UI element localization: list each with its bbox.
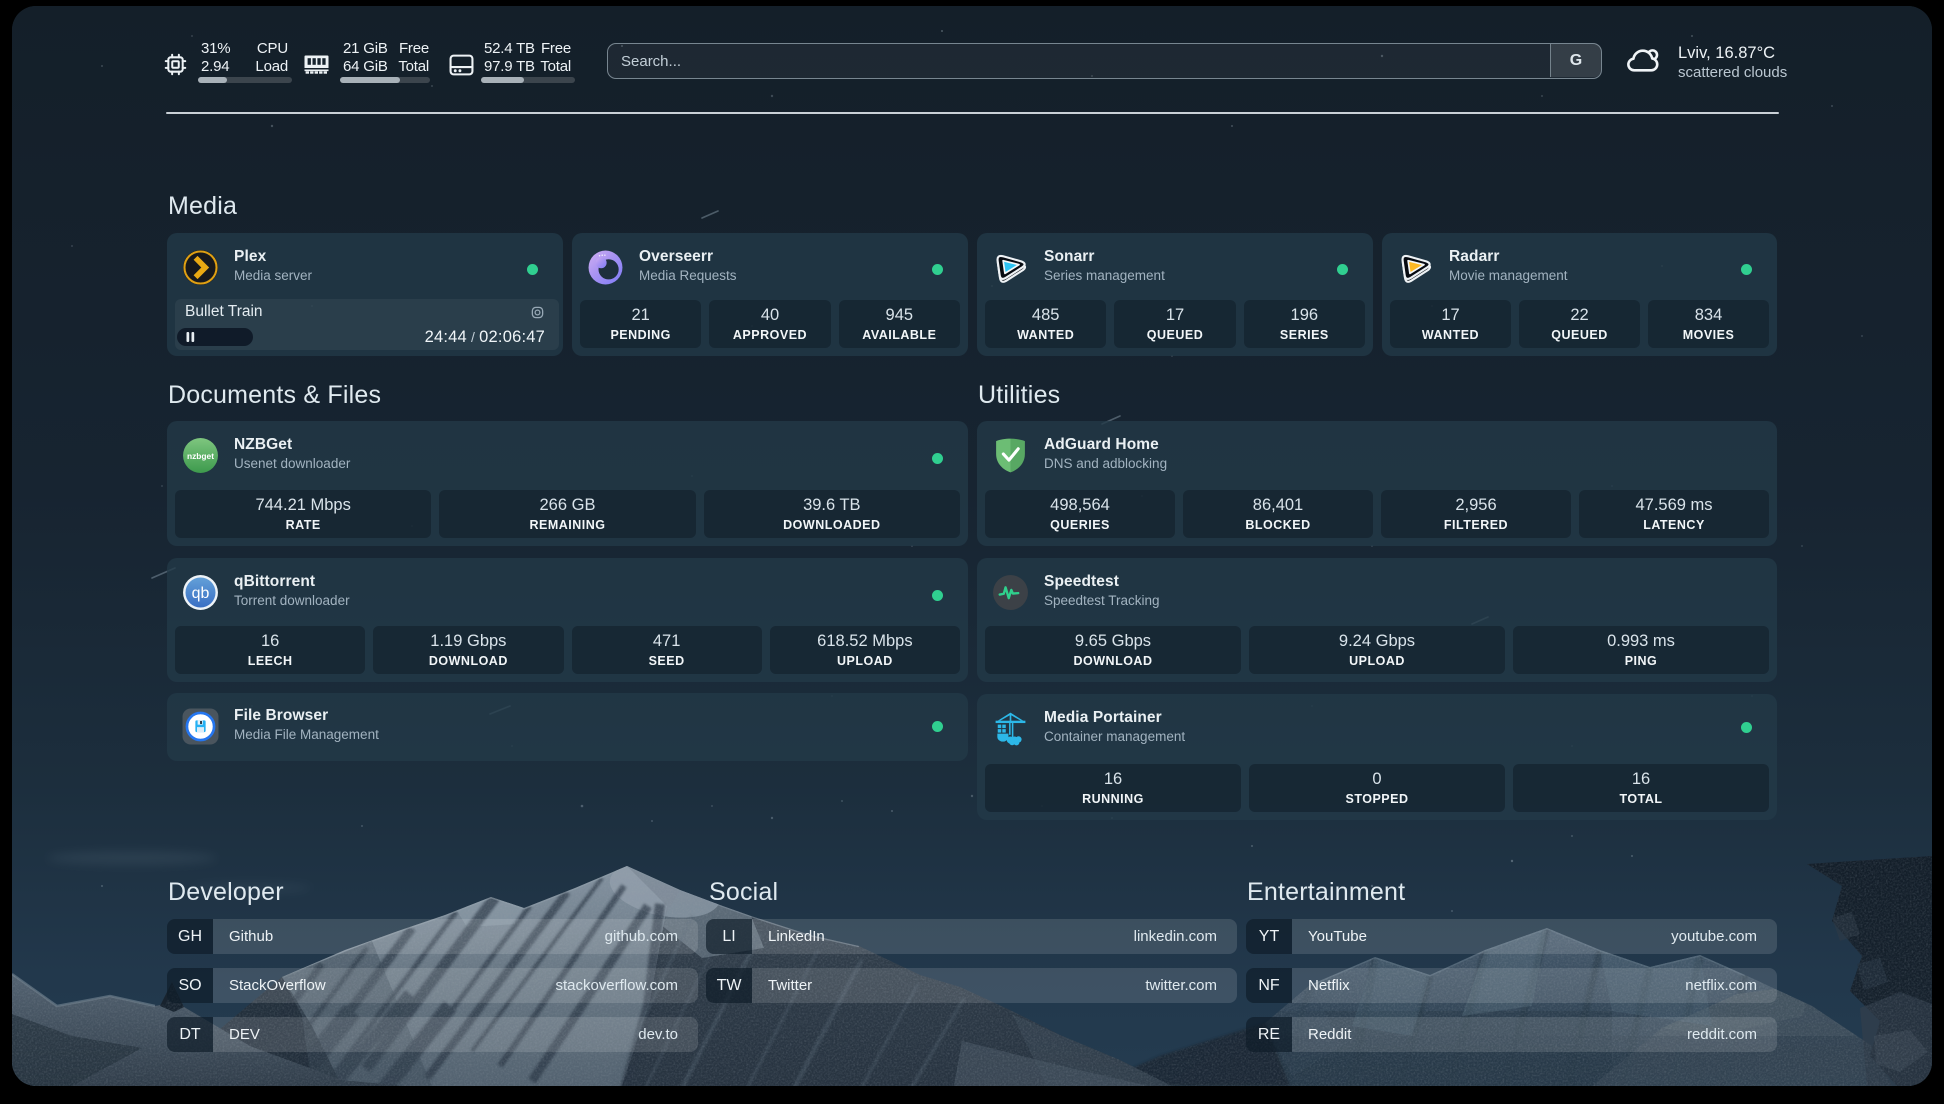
svg-text:qb: qb bbox=[192, 585, 210, 602]
svg-text:nzbget: nzbget bbox=[187, 451, 214, 461]
